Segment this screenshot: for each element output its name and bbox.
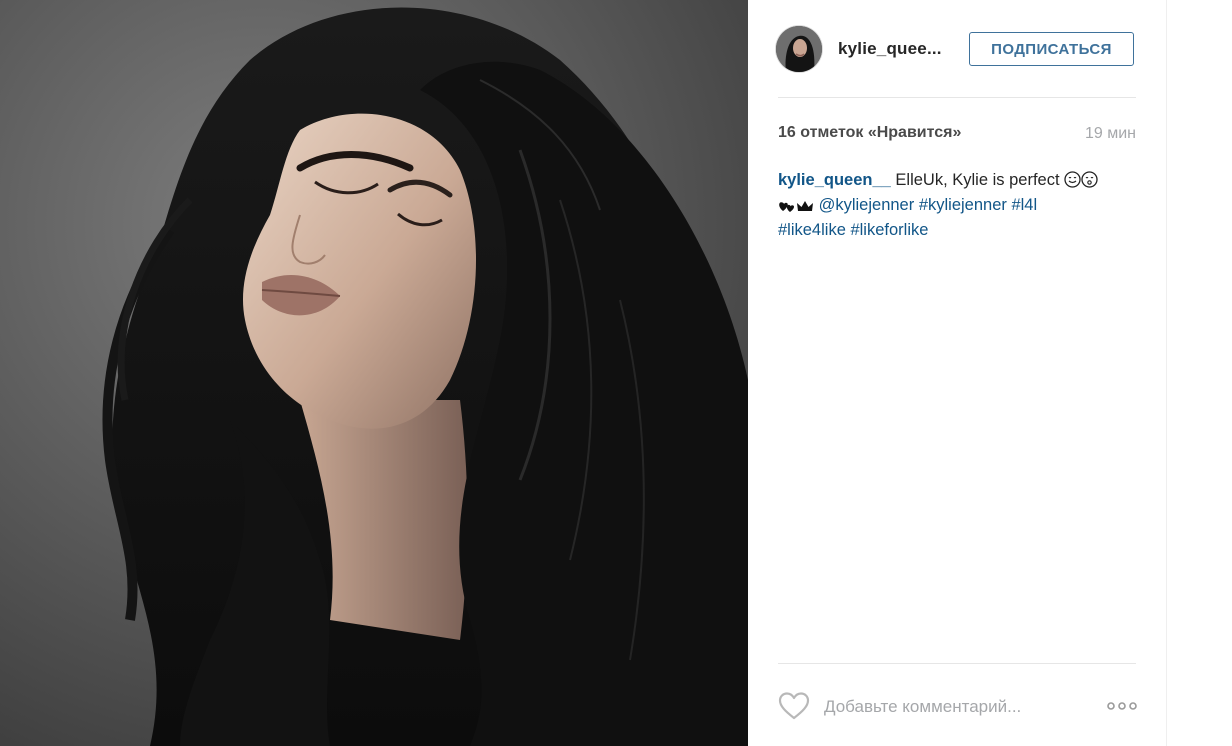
post-header: kylie_quee... ПОДПИСАТЬСЯ (776, 22, 1136, 78)
caption-mention[interactable]: @kyliejenner (819, 196, 915, 214)
follow-button[interactable]: ПОДПИСАТЬСЯ (969, 32, 1134, 66)
comment-bar (778, 690, 1138, 724)
crown-emoji-icon (796, 197, 814, 219)
post-caption: kylie_queen__ ElleUk, Kylie is perfect @… (778, 169, 1140, 241)
heart-outline-icon[interactable] (778, 691, 810, 721)
author-username[interactable]: kylie_quee... (838, 39, 942, 59)
more-options-icon[interactable] (1106, 699, 1138, 713)
caption-hashtag[interactable]: #l4l (1011, 196, 1037, 214)
author-avatar[interactable] (776, 26, 822, 72)
caption-username[interactable]: kylie_queen__ (778, 171, 891, 189)
comments-divider (778, 663, 1136, 664)
astonished-face-emoji-icon (1081, 171, 1098, 194)
comment-input[interactable] (824, 694, 1094, 720)
caption-hashtag[interactable]: #kyliejenner (919, 196, 1007, 214)
header-divider (778, 97, 1136, 98)
likes-count[interactable]: 16 отметок «Нравится» (778, 124, 961, 142)
caption-hashtag[interactable]: #likeforlike (850, 221, 928, 239)
post-image[interactable] (0, 0, 748, 746)
caption-text: ElleUk, Kylie is perfect (890, 171, 1065, 189)
post-timestamp[interactable]: 19 мин (1085, 125, 1136, 143)
avatar-image (776, 26, 822, 72)
smiling-face-emoji-icon (1064, 171, 1081, 194)
two-hearts-emoji-icon (778, 197, 796, 219)
post-details-panel: kylie_quee... ПОДПИСАТЬСЯ 16 отметок «Нр… (748, 0, 1167, 746)
caption-hashtag[interactable]: #like4like (778, 221, 846, 239)
portrait-illustration (0, 0, 748, 746)
post-page: kylie_quee... ПОДПИСАТЬСЯ 16 отметок «Нр… (0, 0, 1232, 746)
